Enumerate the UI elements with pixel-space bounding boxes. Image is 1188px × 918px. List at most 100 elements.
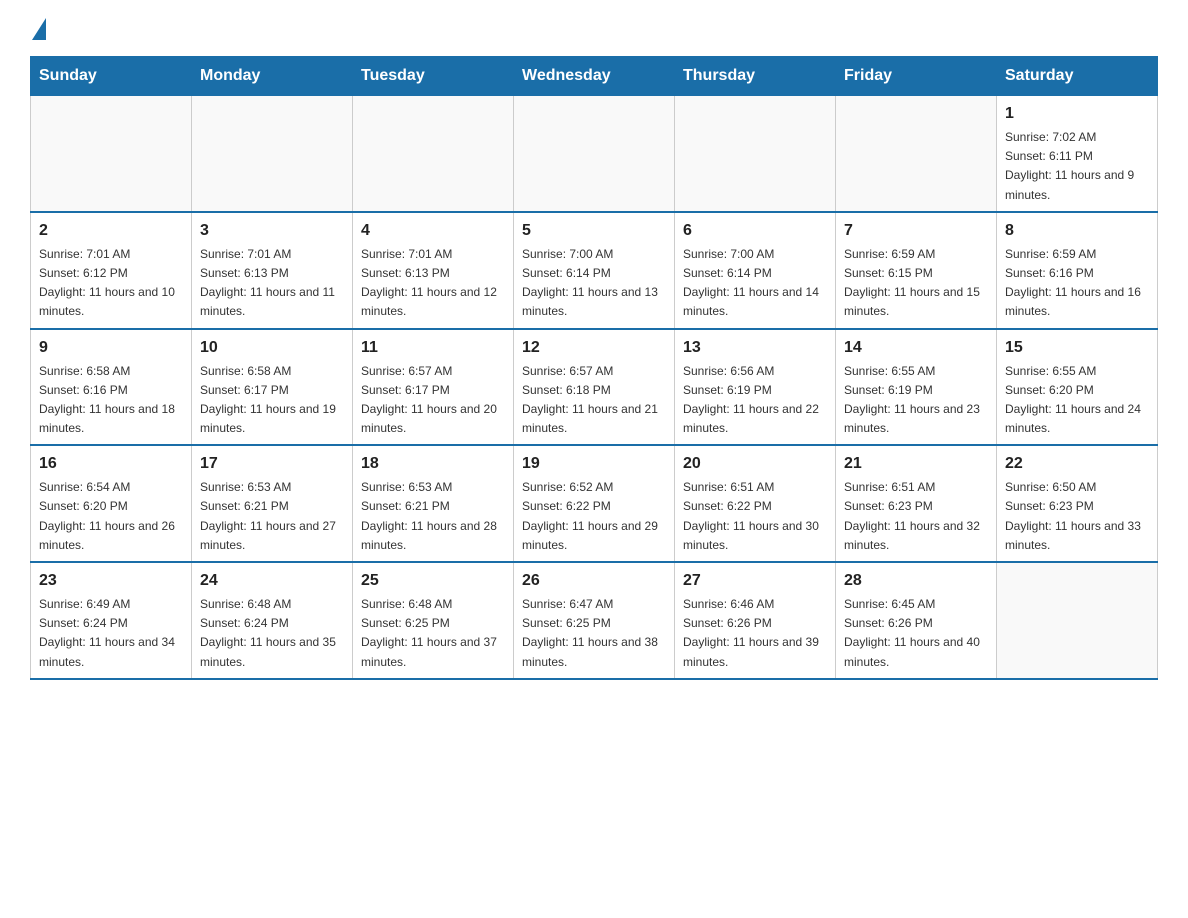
day-info: Sunrise: 6:56 AM Sunset: 6:19 PM Dayligh… (683, 362, 827, 439)
calendar-day-cell: 25Sunrise: 6:48 AM Sunset: 6:25 PM Dayli… (353, 562, 514, 679)
calendar-day-cell: 24Sunrise: 6:48 AM Sunset: 6:24 PM Dayli… (192, 562, 353, 679)
day-number: 26 (522, 569, 666, 593)
calendar-week-row: 16Sunrise: 6:54 AM Sunset: 6:20 PM Dayli… (31, 445, 1158, 562)
calendar-week-row: 23Sunrise: 6:49 AM Sunset: 6:24 PM Dayli… (31, 562, 1158, 679)
day-number: 2 (39, 219, 183, 243)
day-header-friday: Friday (836, 57, 997, 96)
calendar-day-cell: 13Sunrise: 6:56 AM Sunset: 6:19 PM Dayli… (675, 329, 836, 446)
day-header-sunday: Sunday (31, 57, 192, 96)
day-info: Sunrise: 6:50 AM Sunset: 6:23 PM Dayligh… (1005, 478, 1149, 555)
calendar-day-cell: 27Sunrise: 6:46 AM Sunset: 6:26 PM Dayli… (675, 562, 836, 679)
day-number: 24 (200, 569, 344, 593)
calendar-day-cell (675, 96, 836, 212)
day-number: 19 (522, 452, 666, 476)
calendar-day-cell (514, 96, 675, 212)
calendar-day-cell: 5Sunrise: 7:00 AM Sunset: 6:14 PM Daylig… (514, 212, 675, 329)
calendar-day-cell: 9Sunrise: 6:58 AM Sunset: 6:16 PM Daylig… (31, 329, 192, 446)
day-number: 4 (361, 219, 505, 243)
day-number: 13 (683, 336, 827, 360)
day-info: Sunrise: 6:53 AM Sunset: 6:21 PM Dayligh… (200, 478, 344, 555)
calendar-day-cell: 20Sunrise: 6:51 AM Sunset: 6:22 PM Dayli… (675, 445, 836, 562)
day-info: Sunrise: 6:58 AM Sunset: 6:16 PM Dayligh… (39, 362, 183, 439)
day-number: 7 (844, 219, 988, 243)
day-number: 6 (683, 219, 827, 243)
day-info: Sunrise: 6:51 AM Sunset: 6:23 PM Dayligh… (844, 478, 988, 555)
day-number: 18 (361, 452, 505, 476)
calendar-day-cell: 22Sunrise: 6:50 AM Sunset: 6:23 PM Dayli… (997, 445, 1158, 562)
calendar-day-cell: 6Sunrise: 7:00 AM Sunset: 6:14 PM Daylig… (675, 212, 836, 329)
day-info: Sunrise: 6:59 AM Sunset: 6:16 PM Dayligh… (1005, 245, 1149, 322)
day-header-monday: Monday (192, 57, 353, 96)
day-info: Sunrise: 6:57 AM Sunset: 6:17 PM Dayligh… (361, 362, 505, 439)
day-header-thursday: Thursday (675, 57, 836, 96)
calendar-day-cell: 23Sunrise: 6:49 AM Sunset: 6:24 PM Dayli… (31, 562, 192, 679)
day-number: 9 (39, 336, 183, 360)
day-header-wednesday: Wednesday (514, 57, 675, 96)
calendar-day-cell (997, 562, 1158, 679)
day-number: 14 (844, 336, 988, 360)
calendar-day-cell (192, 96, 353, 212)
day-info: Sunrise: 7:01 AM Sunset: 6:13 PM Dayligh… (361, 245, 505, 322)
day-number: 15 (1005, 336, 1149, 360)
calendar-day-cell: 1Sunrise: 7:02 AM Sunset: 6:11 PM Daylig… (997, 96, 1158, 212)
day-info: Sunrise: 6:48 AM Sunset: 6:24 PM Dayligh… (200, 595, 344, 672)
day-number: 22 (1005, 452, 1149, 476)
day-info: Sunrise: 6:55 AM Sunset: 6:20 PM Dayligh… (1005, 362, 1149, 439)
calendar-day-cell: 7Sunrise: 6:59 AM Sunset: 6:15 PM Daylig… (836, 212, 997, 329)
day-number: 27 (683, 569, 827, 593)
day-info: Sunrise: 6:58 AM Sunset: 6:17 PM Dayligh… (200, 362, 344, 439)
logo-triangle-icon (32, 18, 46, 40)
day-info: Sunrise: 6:52 AM Sunset: 6:22 PM Dayligh… (522, 478, 666, 555)
day-info: Sunrise: 6:47 AM Sunset: 6:25 PM Dayligh… (522, 595, 666, 672)
calendar-week-row: 9Sunrise: 6:58 AM Sunset: 6:16 PM Daylig… (31, 329, 1158, 446)
day-number: 16 (39, 452, 183, 476)
day-info: Sunrise: 6:48 AM Sunset: 6:25 PM Dayligh… (361, 595, 505, 672)
day-info: Sunrise: 6:57 AM Sunset: 6:18 PM Dayligh… (522, 362, 666, 439)
day-number: 8 (1005, 219, 1149, 243)
day-number: 23 (39, 569, 183, 593)
day-number: 17 (200, 452, 344, 476)
day-info: Sunrise: 7:00 AM Sunset: 6:14 PM Dayligh… (683, 245, 827, 322)
calendar-day-cell: 17Sunrise: 6:53 AM Sunset: 6:21 PM Dayli… (192, 445, 353, 562)
day-info: Sunrise: 6:55 AM Sunset: 6:19 PM Dayligh… (844, 362, 988, 439)
calendar-day-cell: 16Sunrise: 6:54 AM Sunset: 6:20 PM Dayli… (31, 445, 192, 562)
calendar-day-cell: 26Sunrise: 6:47 AM Sunset: 6:25 PM Dayli… (514, 562, 675, 679)
calendar-day-cell: 8Sunrise: 6:59 AM Sunset: 6:16 PM Daylig… (997, 212, 1158, 329)
day-info: Sunrise: 6:54 AM Sunset: 6:20 PM Dayligh… (39, 478, 183, 555)
calendar-day-cell: 21Sunrise: 6:51 AM Sunset: 6:23 PM Dayli… (836, 445, 997, 562)
day-info: Sunrise: 6:53 AM Sunset: 6:21 PM Dayligh… (361, 478, 505, 555)
day-info: Sunrise: 6:59 AM Sunset: 6:15 PM Dayligh… (844, 245, 988, 322)
day-number: 12 (522, 336, 666, 360)
day-number: 25 (361, 569, 505, 593)
page-header (30, 20, 1158, 36)
calendar-day-cell: 10Sunrise: 6:58 AM Sunset: 6:17 PM Dayli… (192, 329, 353, 446)
calendar-day-cell (31, 96, 192, 212)
day-header-saturday: Saturday (997, 57, 1158, 96)
day-info: Sunrise: 7:02 AM Sunset: 6:11 PM Dayligh… (1005, 128, 1149, 205)
logo (30, 20, 46, 36)
calendar-day-cell: 3Sunrise: 7:01 AM Sunset: 6:13 PM Daylig… (192, 212, 353, 329)
calendar-day-cell (836, 96, 997, 212)
day-number: 10 (200, 336, 344, 360)
calendar-day-cell: 4Sunrise: 7:01 AM Sunset: 6:13 PM Daylig… (353, 212, 514, 329)
day-info: Sunrise: 6:51 AM Sunset: 6:22 PM Dayligh… (683, 478, 827, 555)
calendar-day-cell: 14Sunrise: 6:55 AM Sunset: 6:19 PM Dayli… (836, 329, 997, 446)
calendar-day-cell: 19Sunrise: 6:52 AM Sunset: 6:22 PM Dayli… (514, 445, 675, 562)
day-info: Sunrise: 6:46 AM Sunset: 6:26 PM Dayligh… (683, 595, 827, 672)
day-number: 28 (844, 569, 988, 593)
day-header-tuesday: Tuesday (353, 57, 514, 96)
day-info: Sunrise: 7:01 AM Sunset: 6:12 PM Dayligh… (39, 245, 183, 322)
day-info: Sunrise: 7:01 AM Sunset: 6:13 PM Dayligh… (200, 245, 344, 322)
day-number: 1 (1005, 102, 1149, 126)
day-info: Sunrise: 6:49 AM Sunset: 6:24 PM Dayligh… (39, 595, 183, 672)
calendar-day-cell: 2Sunrise: 7:01 AM Sunset: 6:12 PM Daylig… (31, 212, 192, 329)
calendar-day-cell (353, 96, 514, 212)
calendar-table: SundayMondayTuesdayWednesdayThursdayFrid… (30, 56, 1158, 680)
calendar-day-cell: 12Sunrise: 6:57 AM Sunset: 6:18 PM Dayli… (514, 329, 675, 446)
calendar-day-cell: 15Sunrise: 6:55 AM Sunset: 6:20 PM Dayli… (997, 329, 1158, 446)
calendar-week-row: 1Sunrise: 7:02 AM Sunset: 6:11 PM Daylig… (31, 96, 1158, 212)
day-number: 11 (361, 336, 505, 360)
day-info: Sunrise: 7:00 AM Sunset: 6:14 PM Dayligh… (522, 245, 666, 322)
calendar-week-row: 2Sunrise: 7:01 AM Sunset: 6:12 PM Daylig… (31, 212, 1158, 329)
calendar-day-cell: 11Sunrise: 6:57 AM Sunset: 6:17 PM Dayli… (353, 329, 514, 446)
